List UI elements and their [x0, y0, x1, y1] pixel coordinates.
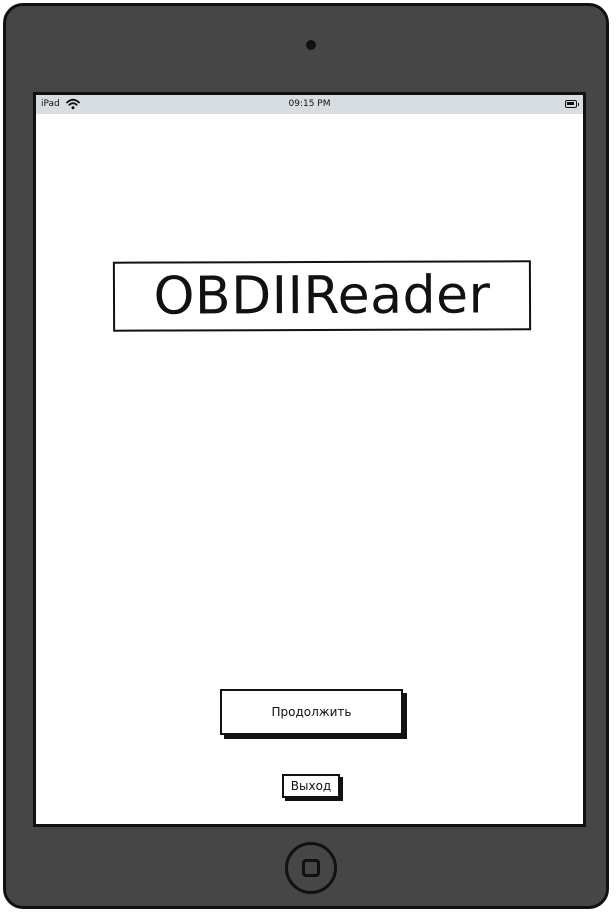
status-time: 09:15 PM	[288, 99, 331, 109]
app-title-box: OBDIIReader	[112, 260, 532, 332]
camera-icon	[306, 40, 316, 50]
continue-button-label: Продолжить	[271, 705, 352, 719]
status-bar: iPad 09:15 PM	[36, 95, 583, 114]
app-title: OBDIIReader	[153, 265, 491, 327]
battery-icon	[565, 100, 579, 108]
screen: iPad 09:15 PM OBDIIReader Продолжить Вых…	[33, 92, 586, 827]
home-button-icon[interactable]	[285, 842, 337, 894]
tablet-frame: iPad 09:15 PM OBDIIReader Продолжить Вых…	[3, 3, 609, 909]
continue-button[interactable]: Продолжить	[220, 689, 403, 735]
exit-button[interactable]: Выход	[282, 774, 340, 798]
home-square-icon	[302, 859, 320, 877]
exit-button-label: Выход	[290, 779, 332, 793]
